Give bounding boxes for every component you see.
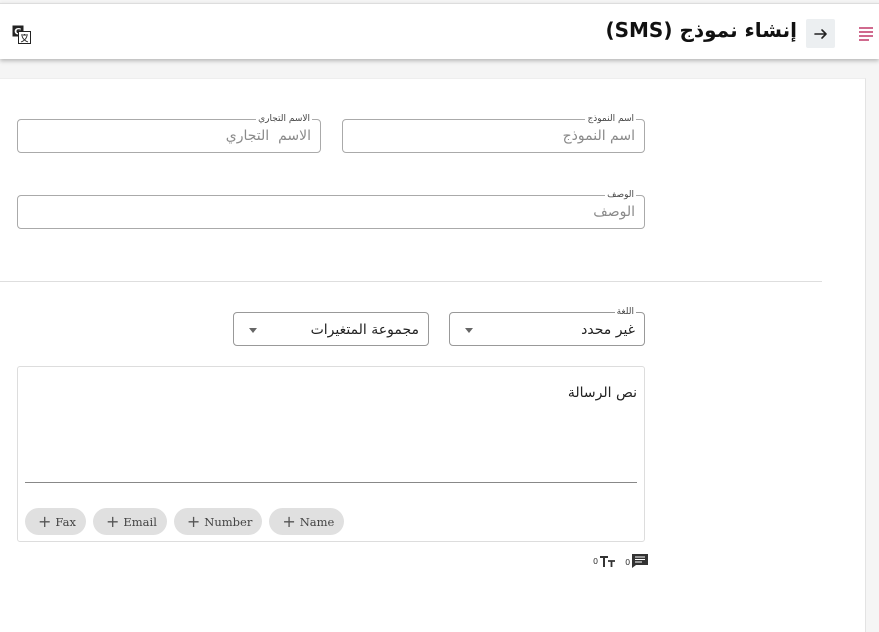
arrow-right-icon xyxy=(813,28,827,39)
chip-label: Name xyxy=(299,514,335,529)
description-field: الوصف xyxy=(17,189,645,229)
chip-label: Number xyxy=(204,514,253,529)
template-name-input[interactable] xyxy=(343,120,644,152)
message-editor[interactable]: نص الرسالة + Fax + Email + Number + Name xyxy=(17,366,645,542)
description-input[interactable] xyxy=(18,196,644,228)
text-size-icon xyxy=(600,555,616,567)
section-divider xyxy=(0,281,822,282)
plus-icon: + xyxy=(282,511,296,531)
message-count: 0 xyxy=(625,558,631,567)
chevron-down-icon xyxy=(249,328,257,333)
template-name-field: اسم النموذج xyxy=(342,113,645,153)
chip-email[interactable]: + Email xyxy=(92,508,167,535)
chip-label: Fax xyxy=(55,514,76,529)
plus-icon: + xyxy=(105,511,120,531)
back-button[interactable] xyxy=(806,19,835,48)
language-select[interactable]: اللغة غير محدد xyxy=(449,306,645,346)
app-header: إنشاء نموذج (SMS) G xyxy=(0,3,879,59)
message-counters: 0 0 xyxy=(593,553,657,569)
message-underline xyxy=(25,482,637,483)
chip-name[interactable]: + Name xyxy=(269,508,345,535)
plus-icon: + xyxy=(186,511,201,531)
variable-group-value: مجموعة المتغيرات xyxy=(310,322,419,338)
chevron-down-icon xyxy=(465,328,473,333)
translate-icon[interactable]: G xyxy=(12,25,31,44)
page-title: إنشاء نموذج (SMS) xyxy=(605,18,797,42)
brand-name-input[interactable] xyxy=(18,120,320,152)
language-label: اللغة xyxy=(614,306,636,318)
character-count: 0 xyxy=(593,556,599,566)
form-card xyxy=(0,78,866,632)
chip-number[interactable]: + Number xyxy=(173,508,263,535)
menu-icon[interactable] xyxy=(859,27,873,41)
language-value: غير محدد xyxy=(581,322,635,338)
variable-group-select[interactable]: مجموعة المتغيرات xyxy=(233,312,429,346)
chip-fax[interactable]: + Fax xyxy=(25,508,86,535)
character-counter: 0 xyxy=(593,555,617,568)
message-label: نص الرسالة xyxy=(567,385,637,401)
brand-name-field: الاسم التجاري xyxy=(17,113,321,153)
plus-icon: + xyxy=(38,511,52,531)
chat-icon xyxy=(632,554,649,568)
variable-chips: + Fax + Email + Number + Name xyxy=(25,508,345,535)
chip-label: Email xyxy=(123,514,157,529)
message-counter: 0 xyxy=(625,553,649,569)
